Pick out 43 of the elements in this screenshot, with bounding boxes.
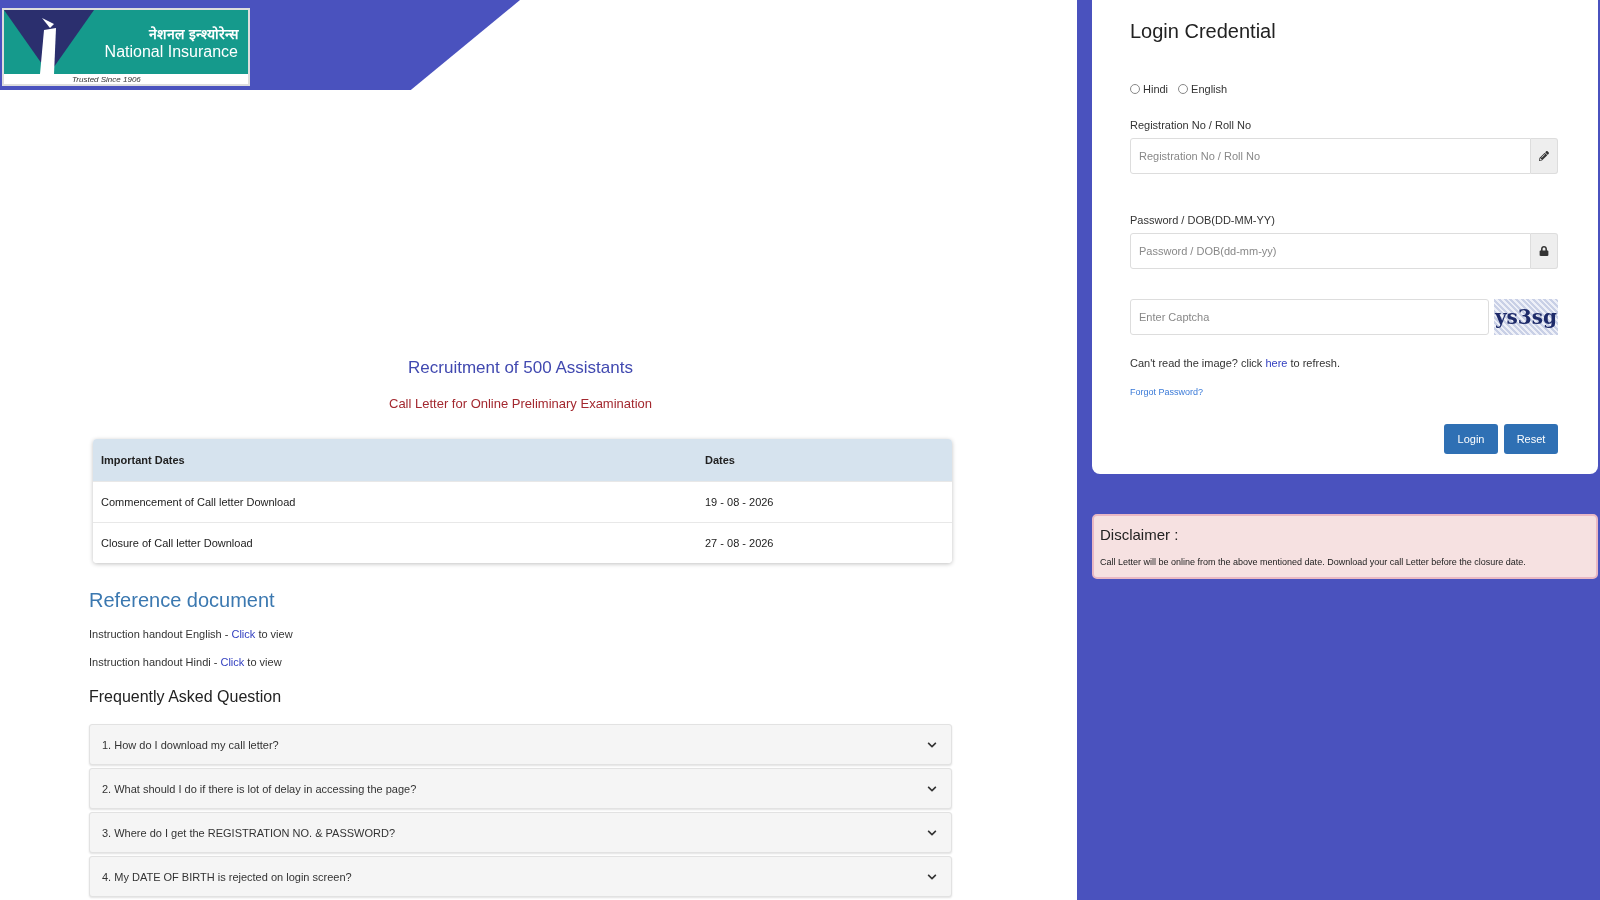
instruction-line: Instruction handout English - Click to view: [89, 628, 294, 640]
registration-field[interactable]: Registration No / Roll No: [1130, 138, 1531, 174]
logo-tagline: Trusted Since 1906: [71, 74, 142, 85]
login-button[interactable]: Login: [1444, 424, 1498, 454]
table-cell-text: Commencement of Call letter Download: [100, 496, 297, 508]
chevron-down-icon: [927, 827, 937, 838]
login-title: Login Credential: [1130, 20, 1277, 43]
view-link[interactable]: Click: [231, 628, 256, 640]
page-title: Recruitment of 500 Assistants: [407, 358, 634, 378]
chevron-down-icon: [927, 871, 937, 882]
faq-item[interactable]: 1. How do I download my call letter?: [89, 724, 952, 765]
page-subtitle: Call Letter for Online Preliminary Examination: [388, 396, 653, 411]
password-field[interactable]: Password / DOB(dd-mm-yy): [1130, 233, 1531, 269]
captcha-image: ys3sg: [1494, 299, 1558, 335]
chevron-down-icon: [927, 783, 937, 794]
faq-item[interactable]: 4. My DATE OF BIRTH is rejected on login screen?: [89, 856, 952, 897]
table-cell-text: 27 - 08 - 2026: [704, 537, 775, 549]
column-header: Dates: [704, 454, 736, 466]
lock-icon: [1539, 246, 1549, 256]
language-radio[interactable]: English: [1178, 83, 1228, 95]
logo-hindi-text: नेशनल इन्श्योरेन्स: [149, 24, 238, 43]
column-header: Important Dates: [100, 454, 186, 466]
refresh-link[interactable]: here: [1265, 357, 1288, 369]
forgot-password-link[interactable]: Forgot Password?: [1130, 387, 1204, 397]
field-label: Password / DOB(DD-MM-YY): [1130, 214, 1276, 226]
faq-item[interactable]: 3. Where do I get the REGISTRATION NO. & PASSWORD?: [89, 812, 952, 853]
disclaimer-title: Disclaimer :: [1100, 526, 1180, 543]
reset-button[interactable]: Reset: [1504, 424, 1558, 454]
section-heading: Frequently Asked Question: [89, 688, 283, 706]
disclaimer-text: Call Letter will be online from the above mentioned date. Download your call Letter before the closure date.: [1100, 557, 1527, 567]
captcha-field[interactable]: Enter Captcha: [1130, 299, 1489, 335]
refresh-hint: Can't read the image? click here to refresh.: [1130, 357, 1341, 369]
language-radio[interactable]: Hindi: [1130, 83, 1169, 95]
table-cell-text: Closure of Call letter Download: [100, 537, 254, 549]
instruction-line: Instruction handout Hindi - Click to view: [89, 656, 283, 668]
pencil-icon: [1539, 151, 1549, 161]
chevron-down-icon: [927, 739, 937, 750]
view-link[interactable]: Click: [220, 656, 245, 668]
section-heading: Reference document: [89, 589, 276, 612]
table-cell-text: 19 - 08 - 2026: [704, 496, 775, 508]
faq-item[interactable]: 2. What should I do if there is lot of delay in accessing the page?: [89, 768, 952, 809]
field-label: Registration No / Roll No: [1130, 119, 1253, 131]
logo-name: National Insurance: [104, 42, 238, 61]
